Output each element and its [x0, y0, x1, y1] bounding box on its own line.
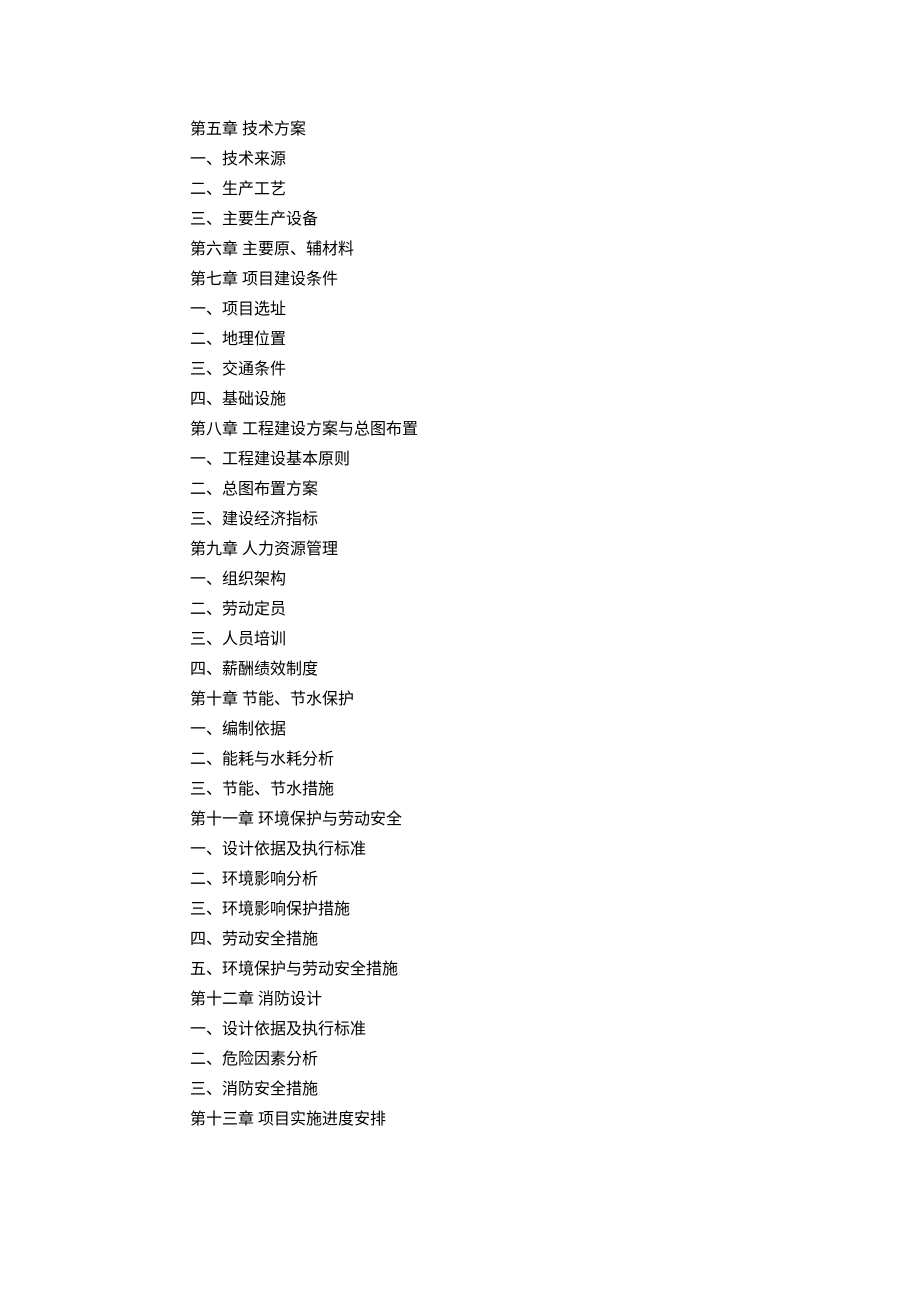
toc-entry: 三、建设经济指标 — [190, 505, 730, 535]
toc-entry: 二、生产工艺 — [190, 175, 730, 205]
toc-entry: 第九章 人力资源管理 — [190, 535, 730, 565]
toc-entry: 第十二章 消防设计 — [190, 985, 730, 1015]
toc-entry: 一、技术来源 — [190, 145, 730, 175]
toc-entry: 第十三章 项目实施进度安排 — [190, 1105, 730, 1135]
toc-entry: 一、工程建设基本原则 — [190, 445, 730, 475]
toc-entry: 三、环境影响保护措施 — [190, 895, 730, 925]
toc-entry: 第五章 技术方案 — [190, 115, 730, 145]
toc-entry: 第八章 工程建设方案与总图布置 — [190, 415, 730, 445]
toc-entry: 一、编制依据 — [190, 715, 730, 745]
toc-entry: 三、节能、节水措施 — [190, 775, 730, 805]
toc-entry: 一、设计依据及执行标准 — [190, 1015, 730, 1045]
toc-entry: 三、交通条件 — [190, 355, 730, 385]
toc-entry: 第七章 项目建设条件 — [190, 265, 730, 295]
toc-entry: 三、消防安全措施 — [190, 1075, 730, 1105]
toc-entry: 四、薪酬绩效制度 — [190, 655, 730, 685]
toc-entry: 二、危险因素分析 — [190, 1045, 730, 1075]
toc-entry: 二、劳动定员 — [190, 595, 730, 625]
toc-entry: 二、总图布置方案 — [190, 475, 730, 505]
toc-entry: 第十一章 环境保护与劳动安全 — [190, 805, 730, 835]
toc-entry: 一、组织架构 — [190, 565, 730, 595]
toc-entry: 三、主要生产设备 — [190, 205, 730, 235]
toc-entry: 四、劳动安全措施 — [190, 925, 730, 955]
toc-entry: 第六章 主要原、辅材料 — [190, 235, 730, 265]
toc-entry: 一、项目选址 — [190, 295, 730, 325]
toc-entry: 四、基础设施 — [190, 385, 730, 415]
toc-entry: 第十章 节能、节水保护 — [190, 685, 730, 715]
toc-entry: 五、环境保护与劳动安全措施 — [190, 955, 730, 985]
toc-entry: 二、环境影响分析 — [190, 865, 730, 895]
toc-entry: 二、能耗与水耗分析 — [190, 745, 730, 775]
toc-entry: 一、设计依据及执行标准 — [190, 835, 730, 865]
toc-entry: 二、地理位置 — [190, 325, 730, 355]
table-of-contents: 第五章 技术方案 一、技术来源 二、生产工艺 三、主要生产设备 第六章 主要原、… — [190, 115, 730, 1135]
toc-entry: 三、人员培训 — [190, 625, 730, 655]
